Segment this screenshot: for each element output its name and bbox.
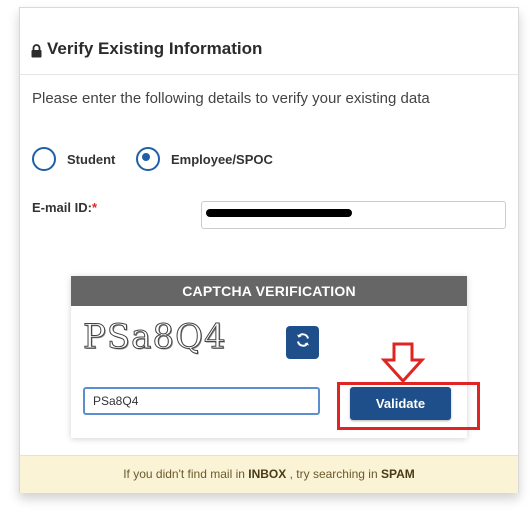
card-title-text: Verify Existing Information <box>47 39 263 58</box>
redaction-bar <box>206 209 352 217</box>
footer-note: If you didn't find mail in INBOX , try s… <box>20 455 518 493</box>
captcha-header: CAPTCHA VERIFICATION <box>71 276 467 306</box>
captcha-panel: CAPTCHA VERIFICATION PSa8Q4 Validate <box>71 276 480 438</box>
footer-spam: SPAM <box>381 467 415 481</box>
captcha-image: PSa8Q4 <box>83 317 227 358</box>
employee-spoc-radio-label[interactable]: Employee/SPOC <box>171 152 273 167</box>
required-mark: * <box>91 200 98 215</box>
description-text: Please enter the following details to ve… <box>32 90 430 107</box>
radio-option-student[interactable]: Student <box>32 147 115 171</box>
email-label: E-mail ID:* <box>32 200 97 215</box>
email-label-text: E-mail ID: <box>32 200 92 215</box>
lock-icon <box>31 43 42 57</box>
student-radio[interactable] <box>32 147 56 171</box>
card-title: Verify Existing Information <box>31 39 262 59</box>
radio-option-employee[interactable]: Employee/SPOC <box>136 147 273 171</box>
footer-prefix: If you didn't find mail in <box>123 467 245 481</box>
footer-middle: , try searching in <box>289 467 378 481</box>
card-header: Verify Existing Information <box>20 8 518 75</box>
student-radio-label[interactable]: Student <box>67 152 115 167</box>
footer-inbox: INBOX <box>248 467 287 481</box>
validate-button[interactable]: Validate <box>350 387 451 420</box>
employee-spoc-radio[interactable] <box>136 147 160 171</box>
refresh-captcha-button[interactable] <box>286 326 319 359</box>
refresh-icon <box>295 332 311 353</box>
verify-card: Verify Existing Information Please enter… <box>19 7 519 493</box>
captcha-input[interactable] <box>83 387 320 415</box>
